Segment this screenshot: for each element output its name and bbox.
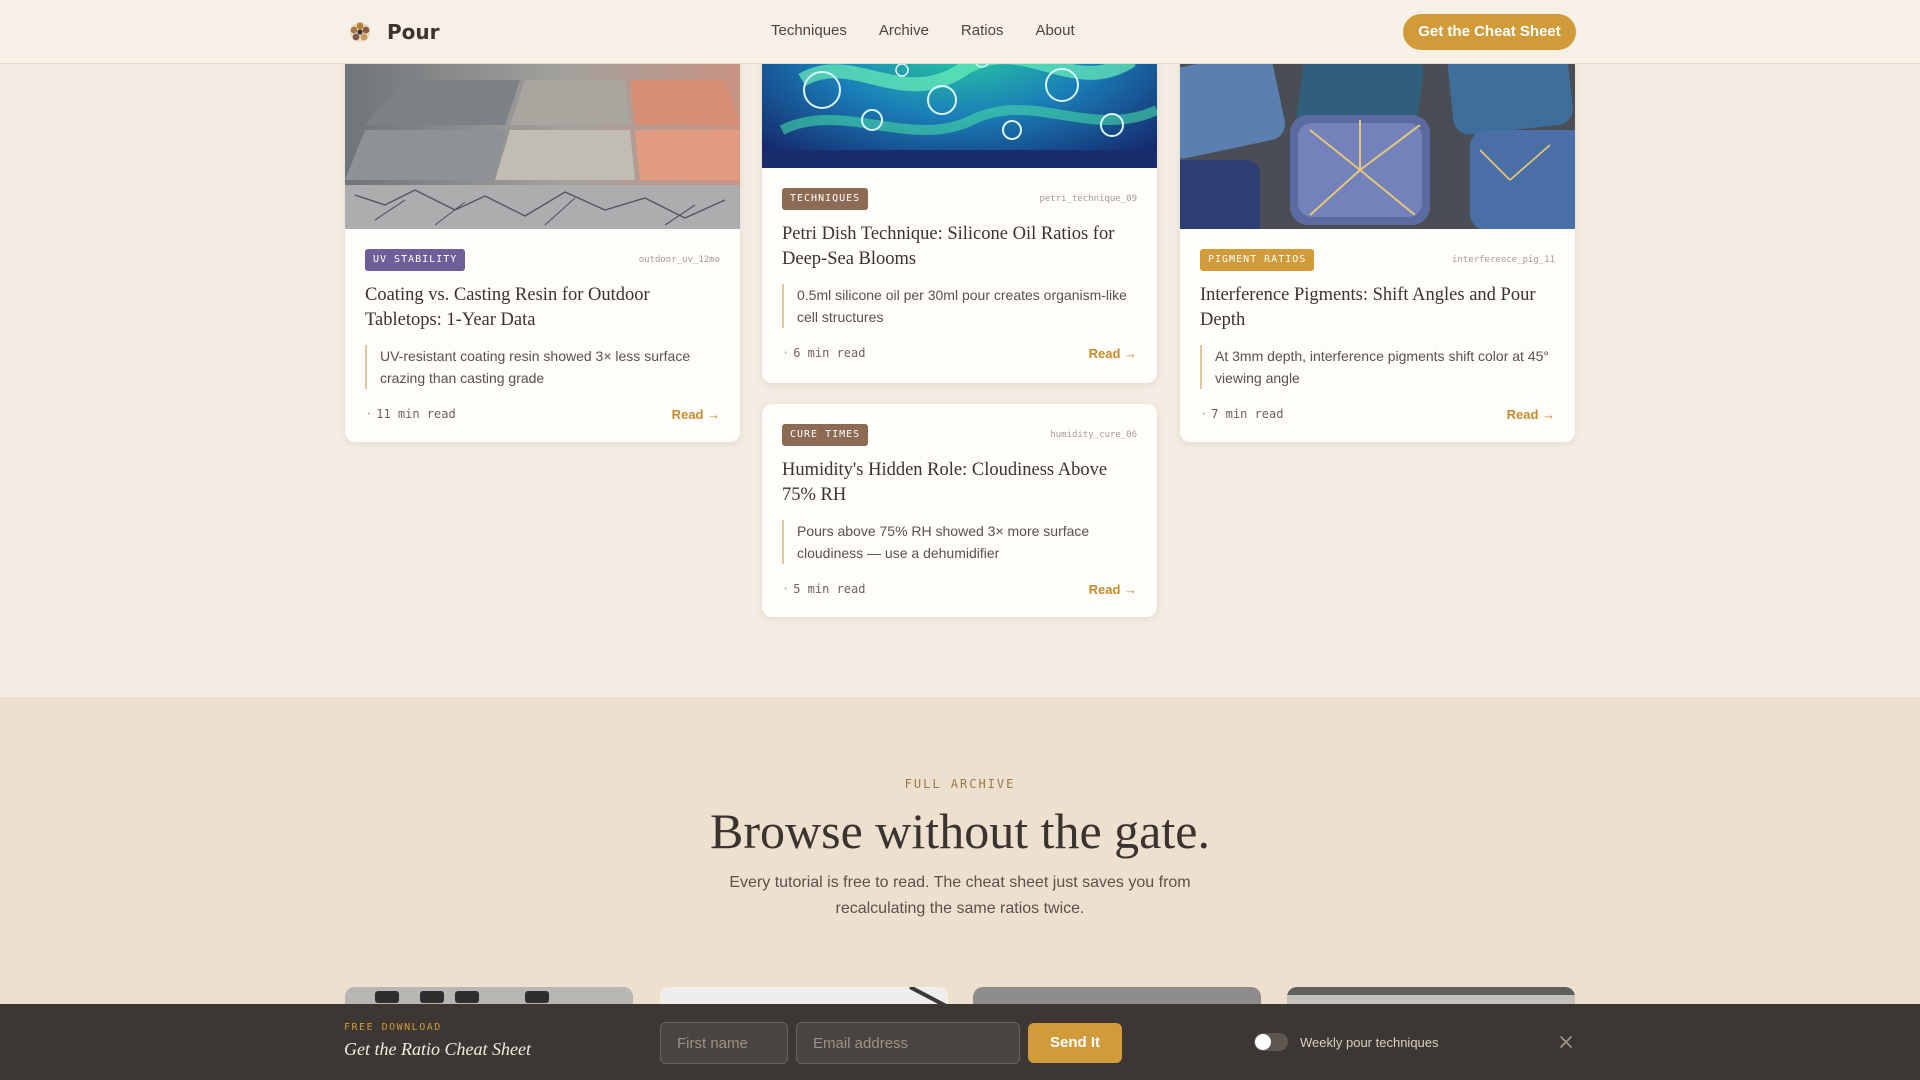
- article-title[interactable]: Coating vs. Casting Resin for Outdoor Ta…: [365, 283, 720, 333]
- category-tag[interactable]: PIGMENT RATIOS: [1200, 249, 1315, 271]
- article-slug: petri_technique_09: [1039, 194, 1137, 204]
- article-title[interactable]: Humidity's Hidden Role: Cloudiness Above…: [782, 458, 1137, 508]
- signup-title: Get the Ratio Cheat Sheet: [344, 1039, 531, 1059]
- read-link[interactable]: Read →: [1089, 582, 1137, 597]
- brand-logo[interactable]: Pour: [345, 18, 440, 46]
- read-time: · 11 min read: [365, 407, 456, 421]
- archive-heading: Browse without the gate.: [710, 803, 1210, 859]
- site-header: Pour Techniques Archive Ratios About Get…: [0, 0, 1920, 64]
- category-tag[interactable]: UV STABILITY: [365, 249, 466, 271]
- first-name-input[interactable]: [660, 1022, 788, 1064]
- article-excerpt: At 3mm depth, interference pigments shif…: [1200, 345, 1555, 389]
- brand-name: Pour: [387, 20, 440, 44]
- article-slug: humidity_cure_06: [1050, 430, 1137, 440]
- article-card[interactable]: UV STABILITY outdoor_uv_12mo Coating vs.…: [345, 20, 740, 442]
- category-tag[interactable]: TECHNIQUES: [782, 188, 869, 210]
- close-icon[interactable]: [1558, 1034, 1574, 1050]
- nav-archive[interactable]: Archive: [879, 22, 929, 39]
- nav-techniques[interactable]: Techniques: [771, 22, 847, 39]
- article-excerpt: Pours above 75% RH showed 3× more surfac…: [782, 520, 1137, 564]
- article-slug: outdoor_uv_12mo: [638, 255, 720, 265]
- card-body: TECHNIQUES petri_technique_09 Petri Dish…: [762, 168, 1157, 364]
- email-input[interactable]: [796, 1022, 1020, 1064]
- resin-flower-icon: [350, 22, 370, 42]
- read-time: · 7 min read: [1200, 407, 1284, 421]
- article-excerpt: 0.5ml silicone oil per 30ml pour creates…: [782, 284, 1137, 328]
- toggle-label: Weekly pour techniques: [1300, 1035, 1439, 1050]
- category-tag[interactable]: CURE TIMES: [782, 424, 869, 446]
- read-time: · 6 min read: [782, 346, 866, 360]
- article-title[interactable]: Interference Pigments: Shift Angles and …: [1200, 283, 1555, 333]
- card-body: PIGMENT RATIOS interference_pig_11 Inter…: [1180, 229, 1575, 425]
- read-time: · 5 min read: [782, 582, 866, 596]
- nav-about[interactable]: About: [1035, 22, 1074, 39]
- archive-kicker: FULL ARCHIVE: [904, 777, 1016, 791]
- toggle-knob: [1255, 1034, 1271, 1050]
- signup-kicker: FREE DOWNLOAD: [344, 1022, 442, 1033]
- card-body: UV STABILITY outdoor_uv_12mo Coating vs.…: [345, 229, 740, 425]
- read-link[interactable]: Read →: [1089, 346, 1137, 361]
- get-cheat-sheet-button[interactable]: Get the Cheat Sheet: [1403, 14, 1576, 50]
- nav-ratios[interactable]: Ratios: [961, 22, 1004, 39]
- article-slug: interference_pig_11: [1452, 255, 1555, 265]
- read-link[interactable]: Read →: [672, 407, 720, 422]
- send-button[interactable]: Send It: [1028, 1023, 1122, 1063]
- article-title[interactable]: Petri Dish Technique: Silicone Oil Ratio…: [782, 222, 1137, 272]
- main-nav: Techniques Archive Ratios About: [771, 22, 1107, 39]
- card-body: CURE TIMES humidity_cure_06 Humidity's H…: [762, 404, 1157, 600]
- article-card[interactable]: PIGMENT RATIOS interference_pig_11 Inter…: [1180, 20, 1575, 442]
- article-card[interactable]: CURE TIMES humidity_cure_06 Humidity's H…: [762, 404, 1157, 617]
- cheat-sheet-signup-bar: FREE DOWNLOAD Get the Ratio Cheat Sheet …: [0, 1004, 1920, 1080]
- article-excerpt: UV-resistant coating resin showed 3× les…: [365, 345, 720, 389]
- read-link[interactable]: Read →: [1507, 407, 1555, 422]
- archive-subtitle: Every tutorial is free to read. The chea…: [729, 874, 1191, 917]
